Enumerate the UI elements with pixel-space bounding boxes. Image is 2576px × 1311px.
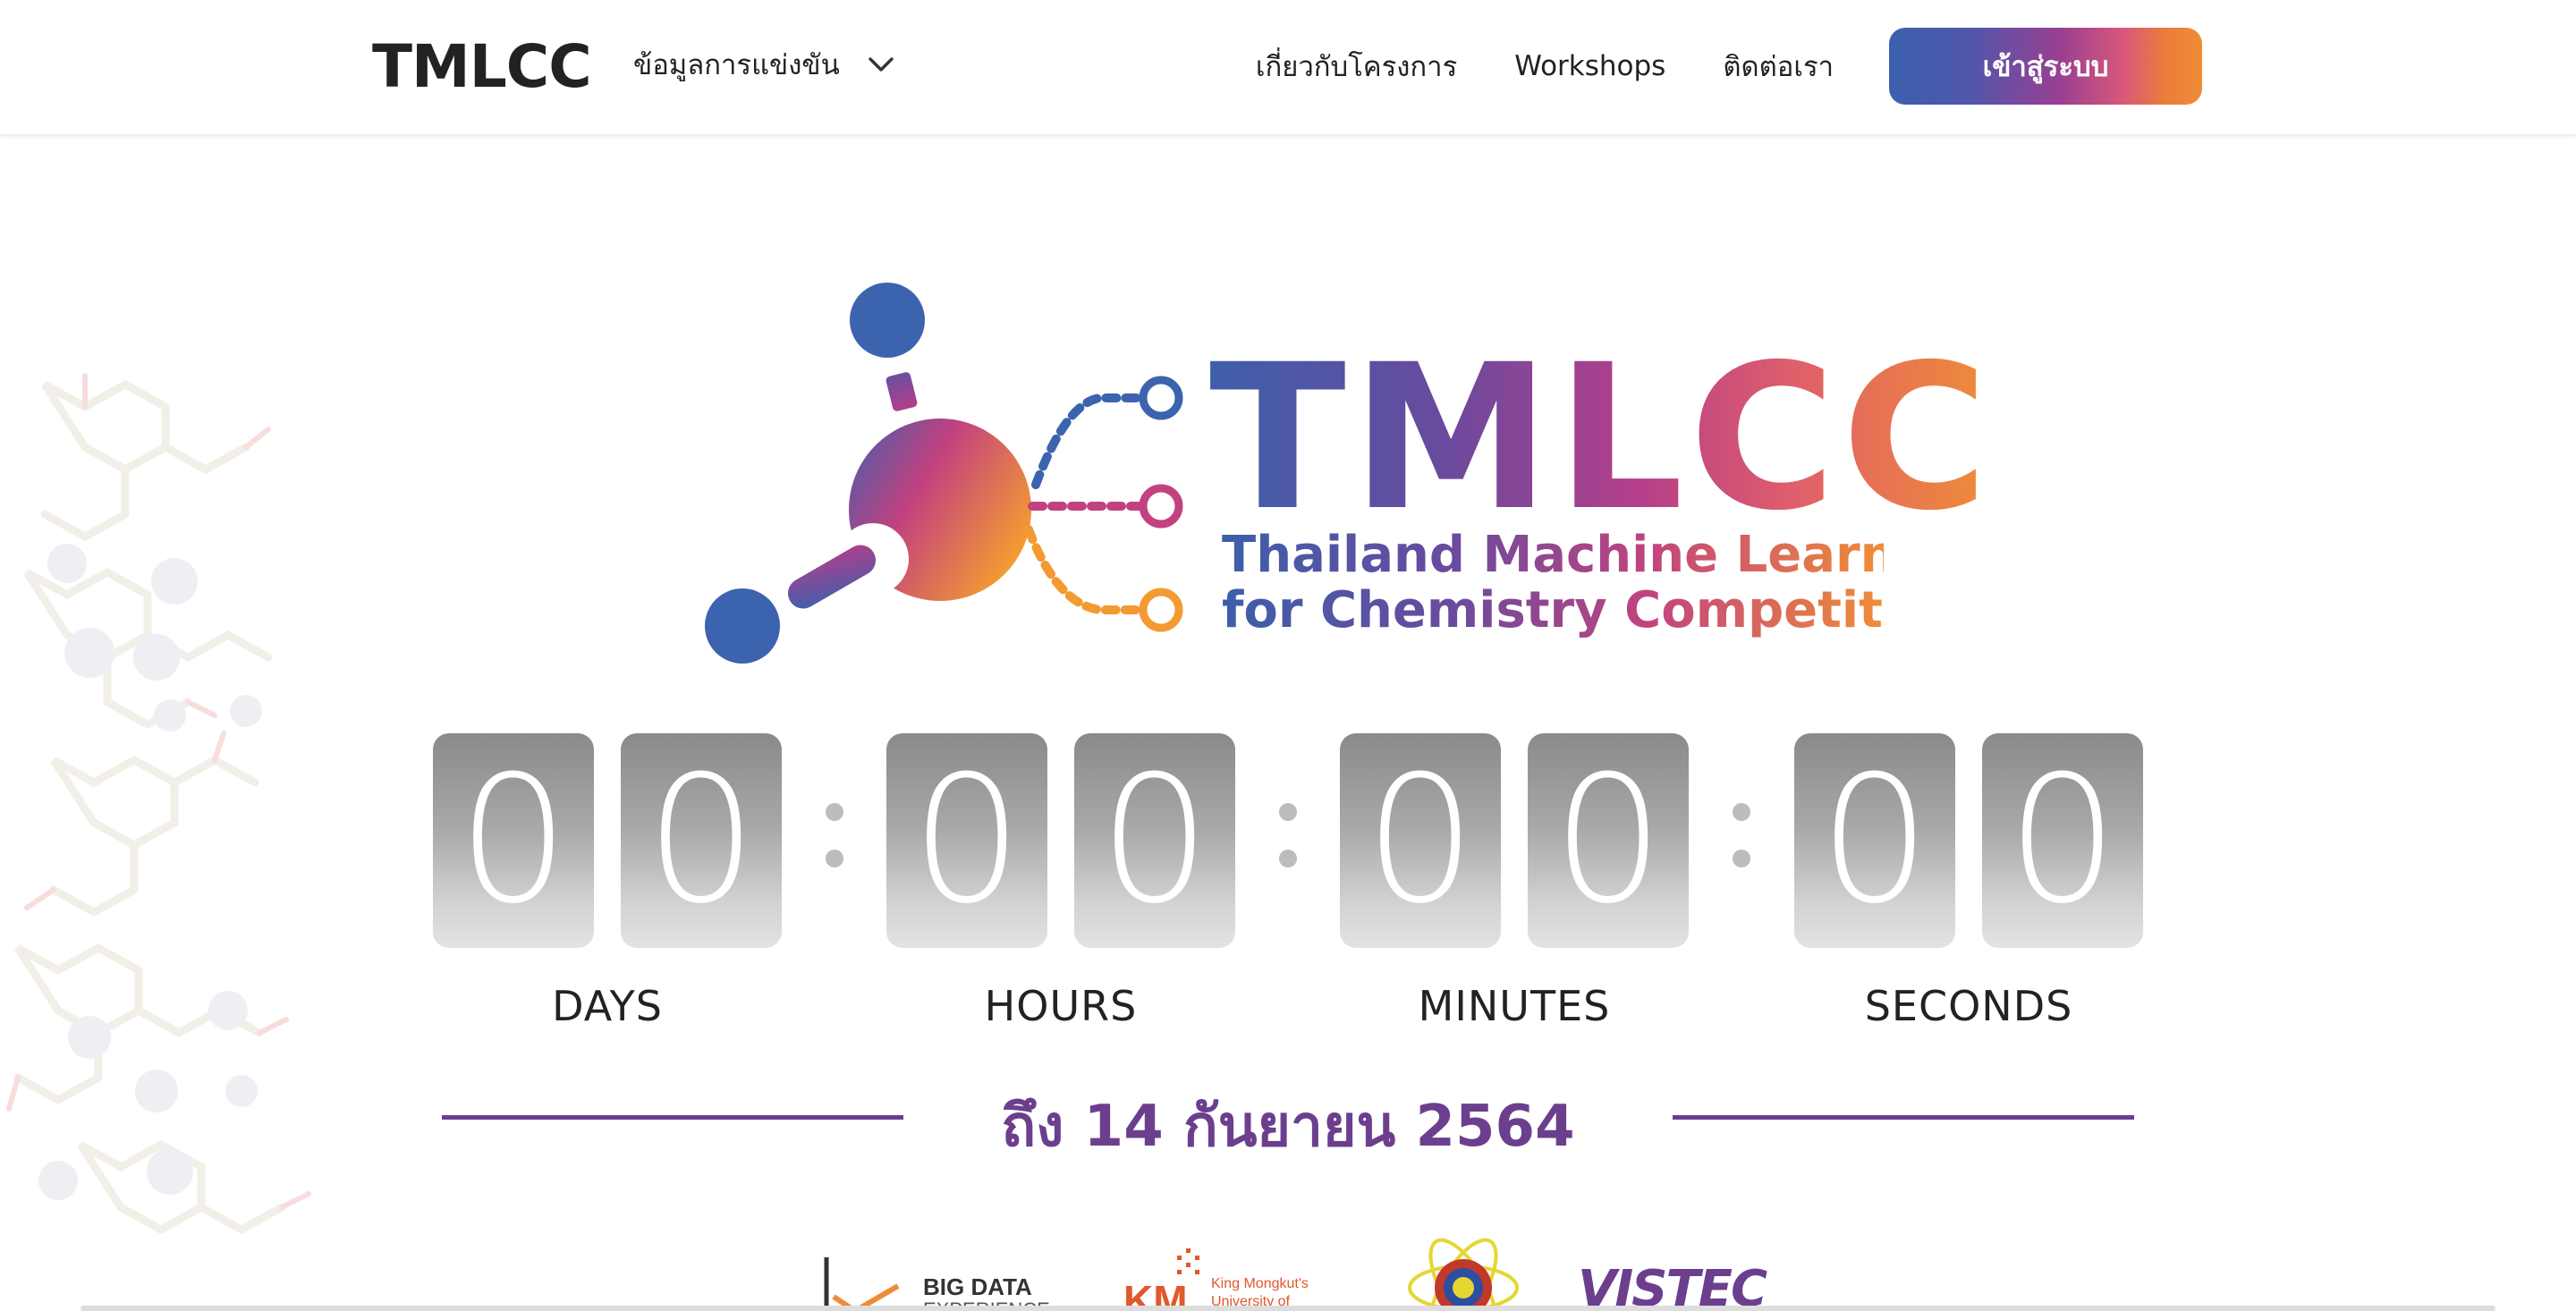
nav-links: เกี่ยวกับโครงการ Workshops ติดต่อเรา เข้…: [1256, 27, 2202, 106]
sponsor-logos: BIG DATA EXPERIENCE KM King Mongkut's Un…: [824, 1231, 1769, 1311]
chevron-down-icon: [869, 57, 894, 72]
nav-link-workshops[interactable]: Workshops: [1514, 50, 1665, 82]
nav-link-about[interactable]: เกี่ยวกับโครงการ: [1256, 44, 1457, 89]
deadline-text: ถึง 14 กันยายน 2564: [1001, 1094, 1575, 1160]
competition-info-label: ข้อมูลการแข่งขัน: [633, 49, 840, 81]
hours-digit-1: 0: [886, 733, 1047, 948]
svg-text:King Mongkut's: King Mongkut's: [1211, 1276, 1309, 1291]
competition-info-dropdown[interactable]: ข้อมูลการแข่งขัน: [633, 45, 897, 84]
login-button[interactable]: เข้าสู่ระบบ: [1889, 28, 2202, 105]
university-emblem-logo[interactable]: [1408, 1231, 1519, 1311]
deadline-divider-left: [442, 1115, 903, 1120]
countdown-separator: [1733, 803, 1750, 878]
subtitle-line-1: Thailand Machine Learning: [1222, 526, 1985, 584]
countdown-separator: [826, 803, 843, 878]
scroll-edge-bar: [80, 1306, 2496, 1311]
svg-text:BIG DATA: BIG DATA: [923, 1273, 1032, 1300]
minutes-digit-2: 0: [1528, 733, 1689, 948]
tmlcc-molecule-logo-icon: [705, 283, 1183, 664]
seconds-digit-1: 0: [1794, 733, 1955, 948]
brand-logo[interactable]: TMLCC: [372, 32, 592, 101]
countdown-separator: [1279, 803, 1297, 878]
big-data-experience-logo[interactable]: BIG DATA EXPERIENCE: [824, 1257, 1050, 1311]
countdown-timer: 0 0 0 0 0 0 0 0: [0, 733, 2576, 948]
days-label: DAYS: [552, 982, 663, 1030]
competition-full-name: Thailand Machine Learning for Chemistry …: [1222, 528, 1884, 639]
nav-link-contact[interactable]: ติดต่อเรา: [1723, 44, 1834, 89]
deadline-divider-right: [1673, 1115, 2134, 1120]
days-digit-1: 0: [433, 733, 594, 948]
hours-digit-2: 0: [1074, 733, 1235, 948]
seconds-label: SECONDS: [1864, 982, 2073, 1030]
top-navbar: TMLCC ข้อมูลการแข่งขัน เกี่ยวกับโครงการ …: [0, 0, 2576, 134]
page: TMLCC ข้อมูลการแข่งขัน เกี่ยวกับโครงการ …: [0, 0, 2576, 1311]
minutes-label: MINUTES: [1418, 982, 1611, 1030]
vistec-logo[interactable]: VISTEC: [1578, 1260, 1769, 1311]
kmutnb-logo[interactable]: KM King Mongkut's University of: [1123, 1248, 1309, 1311]
svg-text:VISTEC: VISTEC: [1578, 1260, 1767, 1311]
days-digit-2: 0: [621, 733, 782, 948]
hours-label: HOURS: [984, 982, 1138, 1030]
seconds-digit-2: 0: [1982, 733, 2143, 948]
subtitle-line-2: for Chemistry Competition: [1222, 581, 1970, 639]
tmlcc-wordmark: TMLCC: [1209, 321, 1995, 554]
minutes-digit-1: 0: [1340, 733, 1501, 948]
